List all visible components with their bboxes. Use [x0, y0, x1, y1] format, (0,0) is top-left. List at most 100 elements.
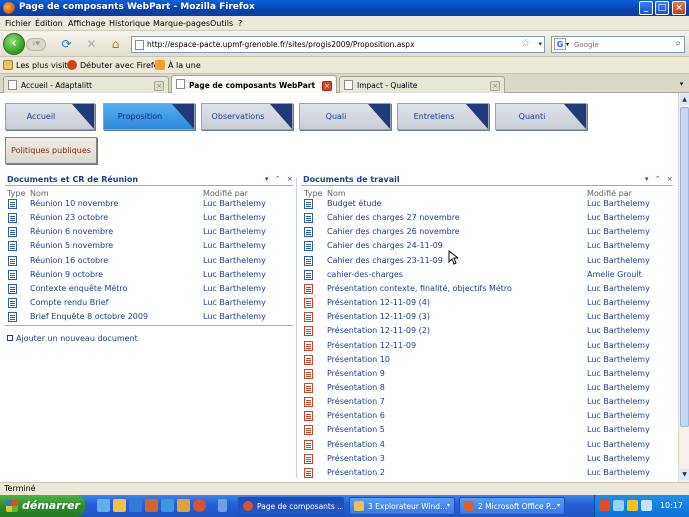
nav-tile-quanti[interactable]: Quanti — [495, 103, 587, 130]
window-title-bar[interactable]: Page de composants WebPart - Mozilla Fir… — [0, 0, 689, 16]
word-document-icon[interactable] — [304, 255, 313, 266]
table-row[interactable]: Réunion 6 novembre Luc Barthelemy — [8, 225, 273, 239]
menu-edit[interactable]: Édition — [35, 19, 63, 28]
table-row[interactable]: Réunion 9 octobre Luc Barthelemy — [8, 268, 273, 282]
word-document-icon[interactable] — [304, 241, 313, 252]
menu-tools[interactable]: Outils — [210, 19, 233, 28]
table-row[interactable]: cahier-des-charges Amelie Groult — [304, 268, 657, 282]
vertical-scrollbar[interactable]: ▲ ▼ — [678, 93, 689, 482]
table-row[interactable]: Présentation 12-11-09 Luc Barthelemy — [304, 339, 657, 353]
document-name-link[interactable]: Présentation contexte, finalité, objecti… — [327, 284, 512, 293]
document-name-link[interactable]: Budget étude — [327, 199, 381, 208]
document-name-link[interactable]: Présentation 5 — [327, 425, 385, 434]
search-icon[interactable]: ⌕ — [675, 38, 681, 49]
tray-app-icon[interactable] — [641, 500, 652, 511]
modified-by-link[interactable]: Luc Barthelemy — [587, 355, 650, 364]
table-row[interactable]: Présentation 4 Luc Barthelemy — [304, 438, 657, 452]
add-document-link[interactable]: Ajouter un nouveau document — [7, 334, 138, 343]
table-row[interactable]: Présentation contexte, finalité, objecti… — [304, 282, 657, 296]
word-document-icon[interactable] — [8, 227, 17, 238]
document-name-link[interactable]: Présentation 2 — [327, 468, 385, 477]
powerpoint-document-icon[interactable] — [304, 326, 313, 337]
table-row[interactable]: Contexte enquête Métro Luc Barthelemy — [8, 282, 273, 296]
modified-by-link[interactable]: Luc Barthelemy — [587, 256, 650, 265]
tab-accueil[interactable]: Accueil - Adaptalitt × — [3, 76, 169, 93]
modified-by-link[interactable]: Luc Barthelemy — [587, 284, 650, 293]
document-name-link[interactable]: Présentation 12-11-09 — [327, 341, 416, 350]
quicklaunch-ie-icon[interactable] — [129, 499, 142, 512]
table-row[interactable]: Présentation 6 Luc Barthelemy — [304, 409, 657, 423]
taskbar-office-task[interactable]: 2 Microsoft Office P... ▾ — [459, 497, 565, 515]
table-row[interactable]: Réunion 23 octobre Luc Barthelemy — [8, 211, 273, 225]
taskbar-explorer-task[interactable]: 3 Explorateur Wind... ▾ — [349, 497, 455, 515]
powerpoint-document-icon[interactable] — [304, 312, 313, 323]
modified-by-link[interactable]: Luc Barthelemy — [587, 369, 650, 378]
table-row[interactable]: Cahier des charges 24-11-09 Luc Barthelem… — [304, 239, 657, 253]
home-icon[interactable]: ⌂ — [108, 37, 123, 52]
bookmark-getting-started[interactable]: Débuter avec Firefox — [67, 60, 163, 70]
powerpoint-document-icon[interactable] — [304, 368, 313, 379]
modified-by-link[interactable]: Luc Barthelemy — [587, 425, 650, 434]
bookmark-headlines[interactable]: À la une — [155, 60, 201, 70]
document-name-link[interactable]: Présentation 12-11-09 (2) — [327, 326, 430, 335]
word-document-icon[interactable] — [8, 213, 17, 224]
word-document-icon[interactable] — [8, 298, 17, 309]
word-document-icon[interactable] — [304, 199, 313, 209]
table-row[interactable]: Présentation 8 Luc Barthelemy — [304, 381, 657, 395]
maximize-button[interactable]: □ — [655, 1, 669, 15]
document-name-link[interactable]: Brief Enquête 8 octobre 2009 — [30, 312, 148, 321]
reload-icon[interactable]: ⟳ — [59, 37, 74, 52]
search-input[interactable] — [574, 39, 666, 51]
modified-by-link[interactable]: Luc Barthelemy — [587, 312, 650, 321]
powerpoint-document-icon[interactable] — [304, 425, 313, 436]
url-dropdown-icon[interactable]: ▾ — [538, 40, 542, 48]
document-name-link[interactable]: cahier-des-charges — [327, 270, 403, 279]
document-name-link[interactable]: Présentation 4 — [327, 440, 385, 449]
modified-by-link[interactable]: Luc Barthelemy — [587, 298, 650, 307]
modified-by-link[interactable]: Luc Barthelemy — [587, 341, 650, 350]
modified-by-link[interactable]: Luc Barthelemy — [587, 241, 650, 250]
back-button[interactable]: ‹ — [3, 33, 25, 55]
table-row[interactable]: Réunion 10 novembre Luc Barthelemy — [8, 197, 273, 211]
modified-by-link[interactable]: Luc Barthelemy — [203, 284, 266, 293]
powerpoint-document-icon[interactable] — [304, 382, 313, 393]
powerpoint-document-icon[interactable] — [304, 397, 313, 408]
list-all-tabs-icon[interactable]: ▾ — [676, 78, 687, 90]
quicklaunch-explorer-icon[interactable] — [113, 499, 126, 512]
scroll-thumb[interactable] — [680, 107, 689, 427]
modified-by-link[interactable]: Luc Barthelemy — [203, 241, 266, 250]
modified-by-link[interactable]: Luc Barthelemy — [203, 256, 266, 265]
table-row[interactable]: Présentation 5 Luc Barthelemy — [304, 423, 657, 437]
menu-help[interactable]: ? — [238, 19, 242, 28]
tab-close-icon[interactable]: × — [490, 81, 500, 91]
table-row[interactable]: Compte rendu Brief Luc Barthelemy — [8, 296, 273, 310]
tray-security-icon[interactable] — [599, 500, 610, 511]
modified-by-link[interactable]: Luc Barthelemy — [587, 440, 650, 449]
modified-by-link[interactable]: Luc Barthelemy — [203, 199, 266, 208]
powerpoint-document-icon[interactable] — [304, 283, 313, 294]
document-name-link[interactable]: Réunion 5 novembre — [30, 241, 113, 250]
powerpoint-document-icon[interactable] — [304, 411, 313, 422]
url-bar[interactable]: ☆ ▾ — [131, 36, 545, 53]
modified-by-link[interactable]: Luc Barthelemy — [587, 213, 650, 222]
powerpoint-document-icon[interactable] — [304, 453, 313, 464]
word-document-icon[interactable] — [304, 269, 313, 280]
modified-by-link[interactable]: Luc Barthelemy — [203, 227, 266, 236]
stop-icon[interactable]: ✕ — [84, 37, 99, 52]
document-name-link[interactable]: Réunion 23 octobre — [30, 213, 108, 222]
word-document-icon[interactable] — [8, 269, 17, 280]
taskbar-firefox-task[interactable]: Page de composants ... — [238, 497, 344, 515]
tab-impact-qualite[interactable]: Impact - Qualite × — [339, 76, 505, 93]
word-document-icon[interactable] — [8, 241, 17, 252]
document-name-link[interactable]: Réunion 6 novembre — [30, 227, 113, 236]
menu-bookmarks[interactable]: Marque-pages — [153, 19, 210, 28]
word-document-icon[interactable] — [304, 227, 313, 238]
table-row[interactable]: Réunion 16 octobre Luc Barthelemy — [8, 254, 273, 268]
scroll-down-icon[interactable]: ▼ — [680, 469, 689, 480]
document-name-link[interactable]: Réunion 10 novembre — [30, 199, 118, 208]
table-row[interactable]: Présentation 2 Luc Barthelemy — [304, 466, 657, 480]
word-document-icon[interactable] — [8, 255, 17, 266]
modified-by-link[interactable]: Luc Barthelemy — [203, 298, 266, 307]
menu-view[interactable]: Affichage — [68, 19, 106, 28]
quicklaunch-app-icon[interactable] — [177, 499, 190, 512]
